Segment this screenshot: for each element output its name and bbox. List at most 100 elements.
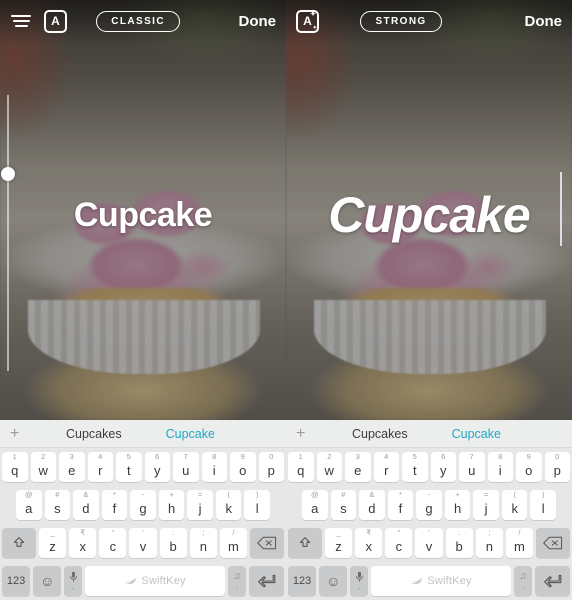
key-w[interactable]: 2w — [316, 452, 342, 482]
plus-icon[interactable]: + — [10, 425, 44, 443]
key-s[interactable]: # s — [330, 490, 357, 520]
key-g[interactable]: -g — [416, 490, 442, 520]
key-h[interactable]: + h — [444, 490, 471, 520]
shift-key[interactable] — [2, 528, 36, 558]
key-label: q — [297, 463, 305, 478]
space-key[interactable]: SwiftKey — [84, 566, 226, 596]
key-y[interactable]: 6y — [144, 452, 170, 482]
key-label: q — [11, 463, 19, 478]
key-x[interactable]: ₹ x — [355, 528, 383, 558]
key-f[interactable]: * f — [101, 490, 128, 520]
enter-key[interactable] — [534, 566, 570, 596]
suggestion-item-1[interactable]: Cupcakes — [44, 427, 144, 441]
key-j[interactable]: = j — [187, 490, 213, 520]
key-a[interactable]: @ a — [15, 490, 42, 520]
key-u[interactable]: 7u — [173, 452, 199, 482]
key-l[interactable]: ) l — [530, 490, 557, 520]
suggestion-item-1[interactable]: Cupcakes — [330, 427, 430, 441]
key-o[interactable]: 9o — [516, 452, 542, 482]
key-e[interactable]: 3e — [345, 452, 371, 482]
text-size-slider[interactable] — [1, 95, 15, 371]
key-r[interactable]: 4r — [373, 452, 399, 482]
key-label: p — [267, 463, 275, 478]
key-k[interactable]: (k — [215, 490, 242, 520]
overlay-text-right[interactable]: Cupcake — [286, 186, 572, 244]
numeric-key[interactable]: 123 — [2, 566, 31, 596]
text-align-A-icon[interactable]: A — [44, 9, 67, 33]
text-style-pill-strong[interactable]: STRONG — [360, 10, 442, 32]
key-label: c — [109, 539, 117, 554]
key-hint: * — [398, 490, 402, 499]
key-o[interactable]: 9o — [230, 452, 256, 482]
key-z[interactable]: _ z — [324, 528, 353, 558]
key-i[interactable]: 8i — [201, 452, 227, 482]
key-j[interactable]: = j — [473, 490, 499, 520]
key-y[interactable]: 6y — [430, 452, 456, 482]
key-q[interactable]: 1q — [2, 452, 28, 482]
key-m[interactable]: / m — [505, 528, 534, 558]
numeric-key[interactable]: 123 — [288, 566, 317, 596]
key-s[interactable]: # s — [44, 490, 71, 520]
suggestion-item-2[interactable]: Cupcake — [430, 427, 523, 441]
key-q[interactable]: 1q — [288, 452, 314, 482]
key-l[interactable]: ) l — [244, 490, 271, 520]
key-hint: 6 — [155, 452, 160, 461]
text-style-pill-classic[interactable]: CLASSIC — [96, 10, 180, 32]
backspace-key[interactable] — [250, 528, 284, 558]
keyboard-row-2: @ a # s & d * f -g + h = j (k ) l — [0, 486, 286, 524]
music-key[interactable]: ♫ . — [514, 566, 532, 596]
done-button-right[interactable]: Done — [525, 13, 563, 30]
music-key-hint: . — [521, 580, 525, 591]
key-c[interactable]: " c — [385, 528, 413, 558]
key-v[interactable]: ' v — [129, 528, 157, 558]
emoji-key[interactable]: ☺ — [33, 566, 62, 596]
key-e[interactable]: 3e — [59, 452, 85, 482]
mic-key[interactable]: , — [64, 566, 82, 596]
key-label: r — [384, 463, 389, 478]
key-f[interactable]: * f — [387, 490, 414, 520]
keyboard-row-1: 1q 2w 3e 4r 5t 6y 7u 8i 9o 0p — [286, 448, 572, 486]
backspace-key[interactable] — [536, 528, 570, 558]
overlay-text-left[interactable]: Cupcake — [0, 196, 286, 235]
key-m[interactable]: / m — [219, 528, 248, 558]
plus-icon[interactable]: + — [296, 425, 330, 443]
key-b[interactable]: :b — [445, 528, 473, 558]
key-w[interactable]: 2w — [30, 452, 56, 482]
shift-key[interactable] — [288, 528, 322, 558]
key-hint: = — [483, 490, 489, 499]
key-d[interactable]: & d — [359, 490, 385, 520]
key-x[interactable]: ₹ x — [69, 528, 97, 558]
mic-key[interactable]: , — [350, 566, 368, 596]
key-hint: - — [427, 490, 431, 499]
hamburger-icon[interactable] — [10, 10, 32, 32]
music-key[interactable]: ♫ . — [228, 566, 246, 596]
key-n[interactable]: ; n — [189, 528, 217, 558]
key-hint: 5 — [412, 452, 417, 461]
text-effects-A-sparkle-icon[interactable]: A — [296, 9, 319, 33]
key-k[interactable]: (k — [501, 490, 528, 520]
key-t[interactable]: 5t — [116, 452, 142, 482]
key-p[interactable]: 0p — [258, 452, 284, 482]
key-p[interactable]: 0p — [544, 452, 570, 482]
keyboard-row-2: @ a # s & d * f -g + h = j (k ) l — [286, 486, 572, 524]
space-key[interactable]: SwiftKey — [370, 566, 512, 596]
done-button-left[interactable]: Done — [239, 13, 277, 30]
key-z[interactable]: _ z — [38, 528, 67, 558]
emoji-key[interactable]: ☺ — [319, 566, 348, 596]
key-h[interactable]: + h — [158, 490, 185, 520]
enter-key[interactable] — [248, 566, 284, 596]
key-a[interactable]: @ a — [301, 490, 328, 520]
text-size-slider-knob[interactable] — [1, 167, 15, 181]
key-c[interactable]: " c — [99, 528, 127, 558]
key-d[interactable]: & d — [73, 490, 99, 520]
key-u[interactable]: 7u — [459, 452, 485, 482]
key-g[interactable]: -g — [130, 490, 156, 520]
key-v[interactable]: ' v — [415, 528, 443, 558]
key-b[interactable]: :b — [159, 528, 187, 558]
key-t[interactable]: 5t — [402, 452, 428, 482]
key-i[interactable]: 8i — [487, 452, 513, 482]
key-r[interactable]: 4r — [87, 452, 113, 482]
key-label: y — [154, 463, 161, 478]
key-n[interactable]: ; n — [475, 528, 503, 558]
suggestion-item-2[interactable]: Cupcake — [144, 427, 237, 441]
